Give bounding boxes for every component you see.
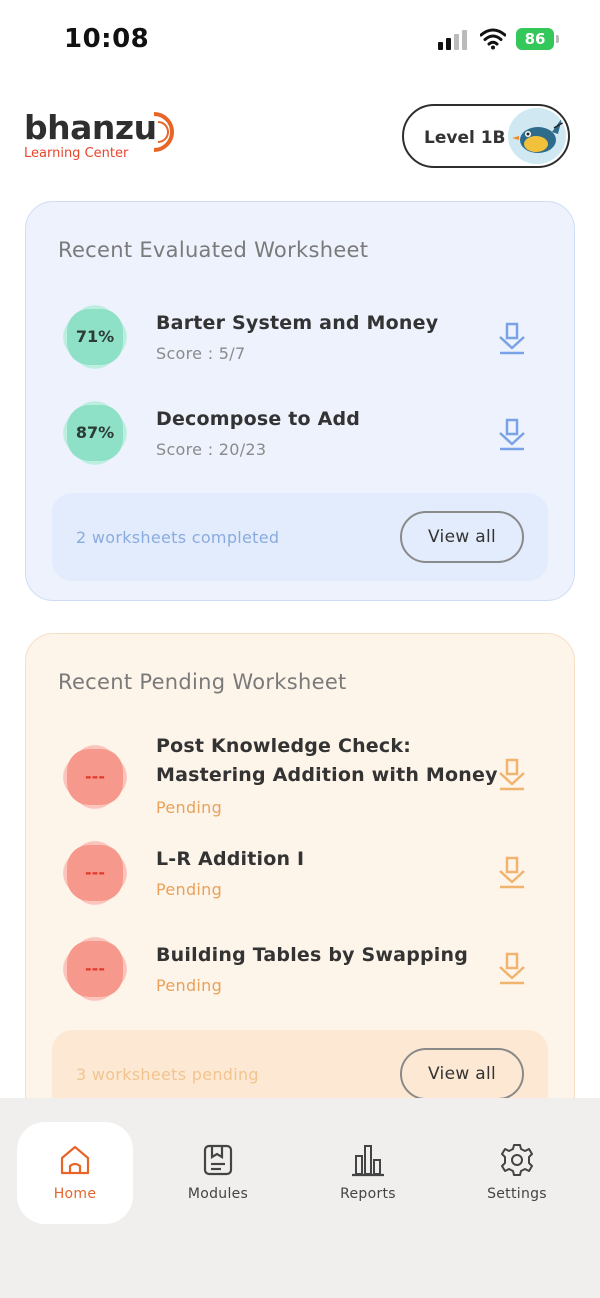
worksheet-status: Pending <box>156 798 223 817</box>
pending-count: 3 worksheets pending <box>76 1065 259 1084</box>
logo-subtitle: Learning Center <box>24 146 129 161</box>
nav-label: Home <box>53 1186 97 1202</box>
worksheet-score: Score : 20/23 <box>156 440 267 459</box>
worksheet-score: Score : 5/7 <box>156 344 246 363</box>
worksheet-name: L-R Addition I <box>156 848 305 870</box>
status-bar: 10:08 86 <box>0 0 600 80</box>
bottom-navigation: Home Modules Reports Settings <box>0 1098 600 1298</box>
evaluated-summary-bar: 2 worksheets completed View all <box>52 493 548 581</box>
score-percent: 71% <box>75 327 115 346</box>
wifi-icon <box>479 28 507 50</box>
worksheet-name-line2: Mastering Addition with Money <box>156 764 498 786</box>
card-title: Recent Evaluated Worksheet <box>58 238 369 262</box>
list-item[interactable]: 71% Barter System and Money Score : 5/7 <box>56 298 546 378</box>
home-icon <box>60 1145 90 1175</box>
worksheet-name-line1: Post Knowledge Check: <box>156 735 411 757</box>
nav-label: Modules <box>187 1186 249 1202</box>
level-selector[interactable]: Level 1B <box>402 104 570 168</box>
worksheet-status: Pending <box>156 976 223 995</box>
worksheet-name: Decompose to Add <box>156 408 361 430</box>
download-icon[interactable] <box>496 952 528 986</box>
nav-settings[interactable]: Settings <box>459 1122 575 1224</box>
nav-label: Settings <box>487 1186 547 1202</box>
score-percent: 87% <box>75 423 115 442</box>
view-all-pending-button[interactable]: View all <box>400 1048 524 1100</box>
worksheet-name: Building Tables by Swapping <box>156 944 469 966</box>
pending-badge: --- <box>56 834 134 912</box>
cellular-signal-icon <box>438 30 470 50</box>
modules-icon <box>203 1144 233 1176</box>
score-badge: 87% <box>56 394 134 472</box>
evaluated-worksheets-card: Recent Evaluated Worksheet 71% Barter Sy… <box>25 201 575 601</box>
level-label: Level 1B <box>424 128 506 148</box>
nav-home[interactable]: Home <box>17 1122 133 1224</box>
pending-badge: --- <box>56 930 134 1008</box>
pending-badge: --- <box>56 738 134 816</box>
bhanzu-logo: bhanzu Learning Center <box>24 108 184 164</box>
status-time: 10:08 <box>64 24 150 54</box>
pending-worksheets-card: Recent Pending Worksheet --- Post Knowle… <box>25 633 575 1153</box>
nav-modules[interactable]: Modules <box>160 1122 276 1224</box>
worksheet-status: Pending <box>156 880 223 899</box>
nav-reports[interactable]: Reports <box>310 1122 426 1224</box>
download-icon[interactable] <box>496 856 528 890</box>
bird-avatar <box>508 108 566 164</box>
pending-dashes: --- <box>85 767 105 786</box>
download-icon[interactable] <box>496 758 528 792</box>
nav-label: Reports <box>340 1186 396 1202</box>
download-icon[interactable] <box>496 322 528 356</box>
download-icon[interactable] <box>496 418 528 452</box>
completed-count: 2 worksheets completed <box>76 528 280 547</box>
battery-level: 86 <box>516 28 554 50</box>
battery-icon: 86 <box>516 28 560 50</box>
pending-dashes: --- <box>85 959 105 978</box>
list-item[interactable]: --- Post Knowledge Check: Mastering Addi… <box>56 734 546 824</box>
reports-icon <box>352 1145 384 1177</box>
card-title: Recent Pending Worksheet <box>58 670 347 694</box>
worksheet-name: Barter System and Money <box>156 312 439 334</box>
list-item[interactable]: --- Building Tables by Swapping Pending <box>56 930 546 1010</box>
logo-wordmark: bhanzu <box>24 108 157 147</box>
list-item[interactable]: 87% Decompose to Add Score : 20/23 <box>56 394 546 474</box>
logo-arc-icon <box>153 112 174 152</box>
pending-dashes: --- <box>85 863 105 882</box>
view-all-evaluated-button[interactable]: View all <box>400 511 524 563</box>
list-item[interactable]: --- L-R Addition I Pending <box>56 834 546 914</box>
score-badge: 71% <box>56 298 134 376</box>
settings-icon <box>501 1144 533 1176</box>
